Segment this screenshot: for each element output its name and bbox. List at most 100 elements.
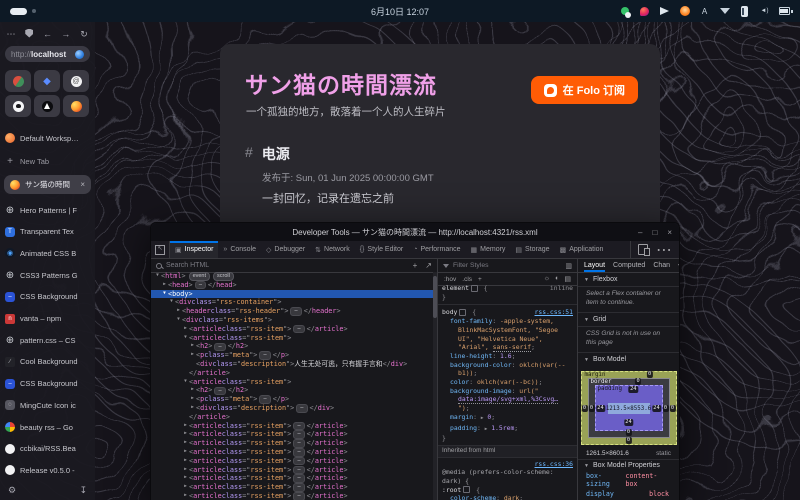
active-tab[interactable]: サン猫の時間 × <box>4 175 91 194</box>
tree-row[interactable]: ▼<div class="rss-items"> <box>151 316 433 325</box>
class-button[interactable]: .cls <box>462 276 472 283</box>
pinned-tab-vercel[interactable] <box>34 95 60 117</box>
devtools-titlebar[interactable]: Developer Tools — サン猫の時間漂流 — http://loca… <box>151 223 679 241</box>
battery-icon[interactable] <box>779 6 790 17</box>
subscribe-button[interactable]: 在 Folo 订阅 <box>531 76 638 104</box>
pinned-tab-firefox[interactable] <box>63 95 89 117</box>
pinned-tab-zen[interactable] <box>5 70 31 92</box>
tab-list-item[interactable]: ∕Cool Background <box>5 354 92 370</box>
twisty-icon[interactable]: ▶ <box>182 430 189 439</box>
devtools-tab-console[interactable]: »Console <box>218 241 261 258</box>
light-theme-icon[interactable]: ☼ <box>544 275 550 283</box>
selector-highlighter-icon[interactable] <box>471 285 478 292</box>
tree-row[interactable]: </article> <box>151 369 433 378</box>
tree-row[interactable]: ▶<article class="rss-item">⋯</article> <box>151 422 433 431</box>
tree-row[interactable]: ▶<article class="rss-item">⋯</article> <box>151 448 433 457</box>
tree-row[interactable]: ▶<article class="rss-item">⋯</article> <box>151 430 433 439</box>
ellipsis-pill[interactable]: ⋯ <box>214 343 225 352</box>
close-tab-icon[interactable]: × <box>80 180 85 189</box>
devtools-tab-debugger[interactable]: ◇Debugger <box>261 241 310 258</box>
ellipsis-pill[interactable]: ⋯ <box>195 281 206 290</box>
twisty-icon[interactable]: ▶ <box>182 422 189 431</box>
css-rule-row[interactable]: rss.css:36 <box>438 460 577 469</box>
stylesheet-link[interactable]: rss.css:36 <box>535 460 573 469</box>
workspace-indicator[interactable] <box>10 8 36 15</box>
twisty-icon[interactable]: ▶ <box>189 351 196 360</box>
ellipsis-pill[interactable]: ⋯ <box>293 483 304 492</box>
tree-row[interactable]: ▼<body> <box>151 290 433 299</box>
tab-changes[interactable]: Chan <box>653 262 670 269</box>
shield-icon[interactable] <box>22 29 36 40</box>
tree-row[interactable]: ▶<div class="description">⋯</div> <box>151 404 433 413</box>
settings-gear-icon[interactable]: ⚙ <box>8 485 16 496</box>
tab-list-item[interactable]: nvanta – npm <box>5 311 92 327</box>
telegram-icon[interactable] <box>659 6 670 17</box>
css-rule-row[interactable]: font-family: -apple-system, <box>438 317 577 326</box>
tree-row[interactable]: ▶<p class="meta">⋯</p> <box>151 351 433 360</box>
css-rule-row[interactable]: :root { <box>438 486 577 495</box>
tree-row[interactable]: ▼<div class="rss-container"> <box>151 298 433 307</box>
ellipsis-pill[interactable]: ⋯ <box>259 351 270 360</box>
bt-icon[interactable] <box>739 6 750 17</box>
grid-section-header[interactable]: ▼ Grid <box>578 313 679 327</box>
toolbar-menu-icon[interactable]: ⋯ <box>656 241 672 259</box>
devtools-tab-application[interactable]: ▩Application <box>555 241 609 258</box>
twisty-icon[interactable]: ▶ <box>161 281 168 290</box>
twisty-icon[interactable]: ▶ <box>182 439 189 448</box>
tab-layout[interactable]: Layout <box>584 259 605 272</box>
devtools-tab-style-editor[interactable]: {}Style Editor <box>355 241 408 258</box>
scroll-into-view-icon[interactable]: ↗ <box>425 261 432 270</box>
url-bar[interactable]: http:// localhost <box>5 46 90 62</box>
responsive-design-icon[interactable] <box>638 244 648 255</box>
tree-row[interactable]: ▶<h2>⋯</h2> <box>151 386 433 395</box>
minimize-icon[interactable]: – <box>638 228 642 237</box>
css-rule-row[interactable]: color-scheme: dark; <box>438 494 577 500</box>
pseudo-hov-button[interactable]: :hov <box>444 276 456 283</box>
devtools-tab-network[interactable]: ⇅Network <box>310 241 355 258</box>
css-rule-row[interactable]: } <box>438 293 577 302</box>
volume-icon[interactable]: ◄) <box>759 6 770 17</box>
wifi-icon[interactable] <box>719 6 730 17</box>
tree-row[interactable]: ▶<header class="rss-header">⋯</header> <box>151 307 433 316</box>
ellipsis-pill[interactable]: ⋯ <box>296 404 307 413</box>
print-media-icon[interactable]: ▤ <box>564 275 571 283</box>
tree-row[interactable]: ▶<article class="rss-item">⋯</article> <box>151 466 433 475</box>
chat-icon[interactable] <box>619 6 630 17</box>
tab-list-item[interactable]: ◉Animated CSS B <box>5 245 92 261</box>
twisty-icon[interactable]: ▶ <box>189 395 196 404</box>
active-workspace-pill[interactable] <box>10 8 27 15</box>
devtools-tab-inspector[interactable]: ▣Inspector <box>170 241 218 258</box>
twisty-icon[interactable]: ▶ <box>182 492 189 500</box>
twisty-icon[interactable]: ▼ <box>168 298 175 307</box>
orb-icon[interactable] <box>679 6 690 17</box>
tree-row[interactable]: ▶<article class="rss-item">⋯</article> <box>151 483 433 492</box>
tree-row[interactable]: ▶<h2>⋯</h2> <box>151 342 433 351</box>
css-rule-row[interactable]: background-color: oklch(var(-- <box>438 361 577 370</box>
css-rule-row[interactable]: data:image/svg+xml,%3Csvg… <box>438 395 577 404</box>
ellipsis-pill[interactable]: ⋯ <box>293 474 304 483</box>
ellipsis-pill[interactable]: ⋯ <box>293 439 304 448</box>
ellipsis-pill[interactable]: ⋯ <box>293 457 304 466</box>
reload-icon[interactable]: ↻ <box>77 29 91 40</box>
menu-icon[interactable]: ⋯ <box>4 29 18 40</box>
tab-list-item[interactable]: beauty rss – Go <box>5 419 92 435</box>
tree-row[interactable]: ▶<article class="rss-item">⋯</article> <box>151 492 433 500</box>
flexbox-section-header[interactable]: ▼ Flexbox <box>578 273 679 287</box>
flame-icon[interactable] <box>639 6 650 17</box>
ellipsis-pill[interactable]: ⋯ <box>290 307 301 316</box>
dom-badge[interactable]: scroll <box>213 272 234 281</box>
devtools-tab-storage[interactable]: ▤Storage <box>510 241 554 258</box>
twisty-icon[interactable]: ▶ <box>189 342 196 351</box>
tree-row[interactable]: ▼<html>eventscroll <box>151 272 433 281</box>
tab-list-item[interactable]: ◌MingCute Icon ic <box>5 397 92 413</box>
maximize-icon[interactable]: □ <box>652 228 657 237</box>
tab-list-item[interactable]: ⊕CSS3 Patterns G <box>5 267 92 283</box>
pick-element-button[interactable]: ↖ <box>151 241 170 258</box>
search-html-input[interactable]: Search HTML <box>166 262 209 269</box>
css-rule-row[interactable]: b1)); <box>438 369 577 378</box>
download-icon[interactable]: ↧ <box>79 485 87 496</box>
css-rule-row[interactable]: line-height: 1.6; <box>438 352 577 361</box>
tree-row[interactable]: </article> <box>151 413 433 422</box>
ellipsis-pill[interactable]: ⋯ <box>214 387 225 396</box>
filter-styles-input[interactable]: Filter Styles <box>453 262 489 269</box>
